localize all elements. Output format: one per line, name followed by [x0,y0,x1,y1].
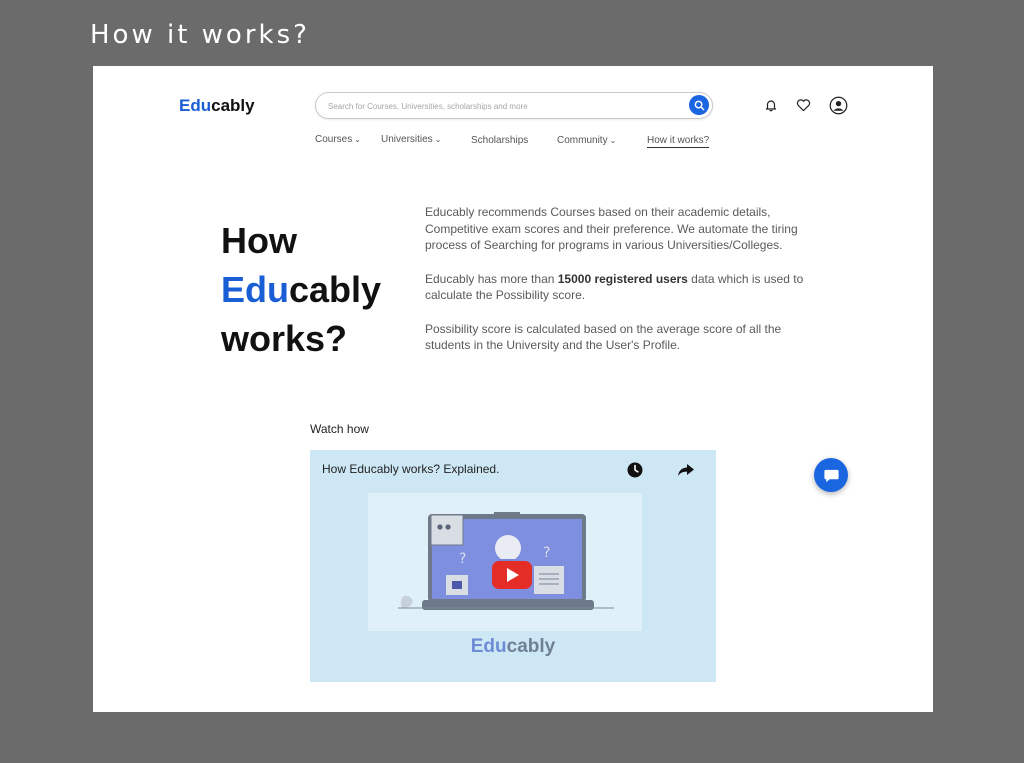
page-frame: Educably Search for Courses, Universitie… [93,66,933,712]
nav-item-label: How it works? [647,135,710,146]
play-icon[interactable] [492,561,532,589]
logo[interactable]: Educably [179,96,255,116]
nav-item-community[interactable]: Community ⌄ [557,135,616,146]
chat-button[interactable] [814,458,848,492]
description-paragraph-2: Educably has more than 15000 registered … [425,271,809,304]
chevron-down-icon: ⌄ [434,135,442,144]
watch-how-label: Watch how [310,422,369,436]
title-line-3: works? [221,318,348,359]
clock-icon[interactable] [626,461,644,479]
question-mark: ? [543,545,550,561]
chevron-down-icon: ⌄ [609,136,617,145]
nav-item-label: Scholarships [471,135,529,146]
paragraph-text: Educably has more than [425,271,558,286]
search-button[interactable] [689,95,709,115]
user-icon [829,96,847,114]
chat-icon [823,469,839,482]
title-brand-edu: Edu [221,269,289,310]
question-mark: ? [459,551,466,567]
page-title: How Educably works? [221,216,381,363]
nav-item-label: Courses [315,134,353,145]
description-paragraph-3: Possibility score is calculated based on… [425,321,782,353]
description-paragraph-1: Educably recommends Courses based on the… [425,205,798,252]
nav-item-courses[interactable]: Courses ⌄ [315,134,361,145]
nav-item-universities[interactable]: Universities ⌄ [381,134,441,145]
nav-item-scholarships[interactable]: Scholarships [471,135,528,146]
video-thumbnail[interactable]: ? ? [368,493,642,631]
video-logo-cably: cably [506,636,556,657]
logo-part-edu: Edu [179,96,212,115]
video-logo: Educably [310,636,716,658]
heart-icon [796,99,810,112]
description: Educably recommends Courses based on the… [425,204,809,371]
registered-users-highlight: 15000 registered users [557,271,688,286]
slide-title: How it works? [90,20,310,50]
logo-part-cably: cably [211,96,255,115]
chevron-down-icon: ⌄ [354,135,361,144]
title-line-1: How [221,220,297,261]
search-input[interactable] [326,97,680,115]
search-bar [315,92,713,119]
nav-item-label: Universities [381,134,433,145]
nav-item-how-it-works[interactable]: How it works? [647,135,710,148]
video-logo-edu: Edu [470,636,507,657]
laptop-illustration: ? ? [398,512,614,610]
bell-icon [765,100,777,112]
title-line-2: Educably [221,265,381,314]
profile-button[interactable] [828,95,848,115]
nav-item-label: Community [557,135,608,146]
share-icon[interactable] [676,460,696,480]
favorites-button[interactable] [793,95,813,115]
search-icon [694,100,704,110]
video-title[interactable]: How Educably works? Explained. [322,462,499,476]
title-brand-cably: cably [289,269,382,310]
notifications-button[interactable] [761,95,781,115]
video-player[interactable]: How Educably works? Explained. ? ? Educa… [310,450,716,682]
